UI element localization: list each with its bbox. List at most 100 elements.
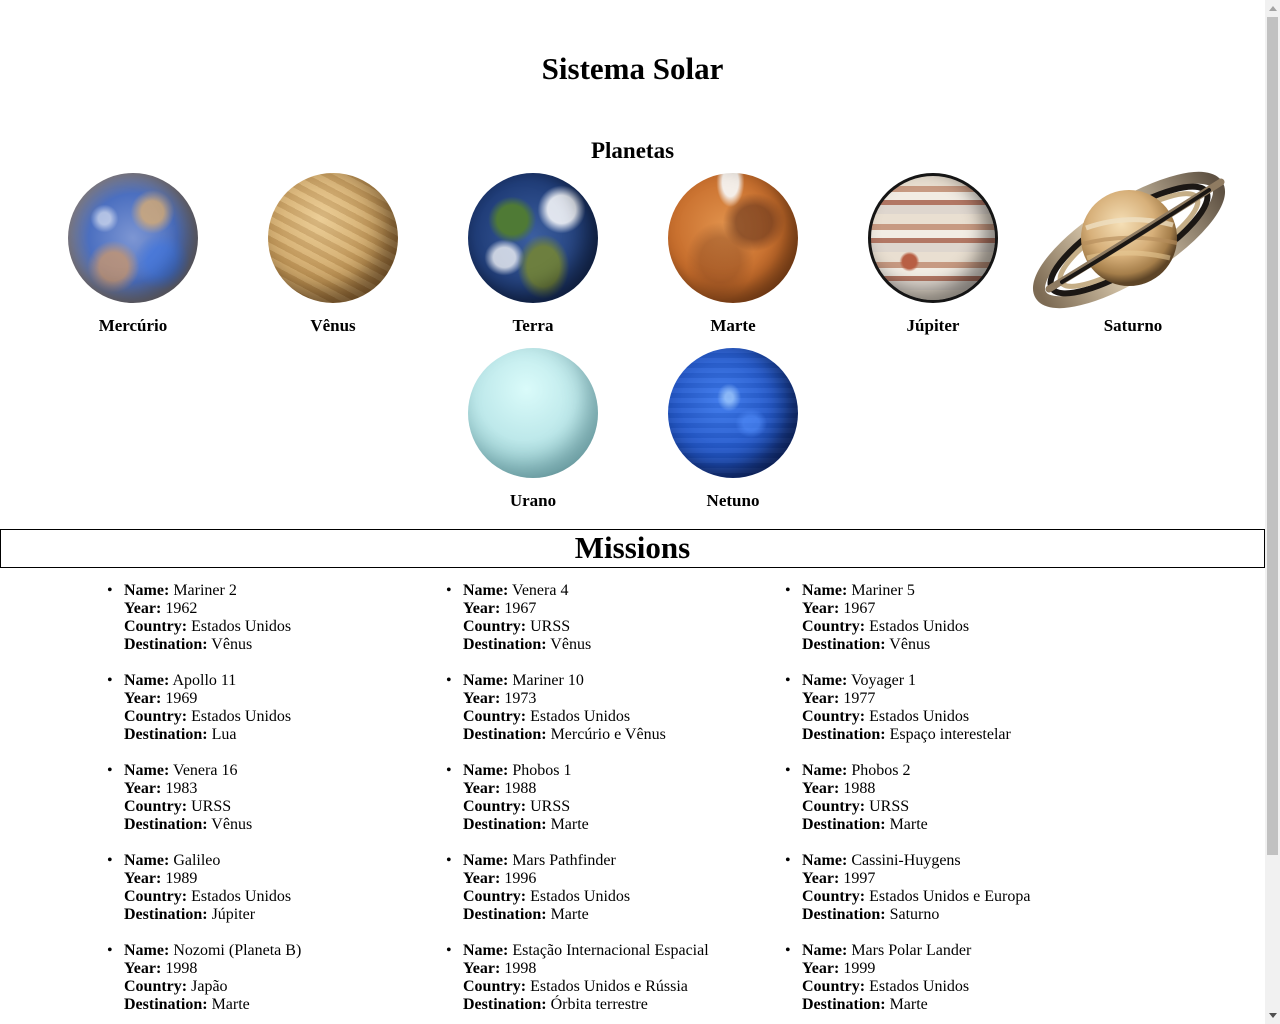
mission-item: • Name: Phobos 2 Year: 1988 Country: URS…	[785, 762, 928, 833]
mission-year: 1997	[843, 870, 876, 887]
mission-destination: Saturno	[889, 906, 940, 923]
mission-year: 1998	[165, 960, 198, 977]
mission-destination: Lua	[211, 726, 237, 743]
mission-name: Apollo 11	[172, 672, 237, 689]
mission-destination: Espaço interestelar	[889, 726, 1011, 743]
mission-name: Cassini-Huygens	[851, 852, 961, 869]
bullet-icon: •	[107, 762, 113, 779]
planet-label-earth: Terra	[512, 316, 554, 335]
mission-item: • Name: Estação Internacional Espacial Y…	[446, 942, 709, 1013]
mission-name: Estação Internacional Espacial	[512, 942, 709, 959]
mission-country: Estados Unidos	[869, 708, 970, 725]
planet-label-saturn: Saturno	[1103, 316, 1163, 335]
earth-image	[468, 173, 598, 303]
mission-year: 1962	[165, 600, 198, 617]
mission-name: Mars Pathfinder	[512, 852, 616, 869]
scroll-thumb[interactable]	[1267, 17, 1278, 855]
mission-year: 1996	[504, 870, 537, 887]
neptune-image	[668, 348, 798, 478]
planet-label-venus: Vênus	[310, 316, 356, 335]
mercury-image	[68, 173, 198, 303]
mission-country: URSS	[530, 618, 571, 635]
mission-list-column-1: • Name: Mariner 2 Year: 1962 Country: Es…	[107, 582, 407, 1024]
mission-year: 1999	[843, 960, 876, 977]
mission-name: Venera 4	[512, 582, 569, 599]
planet-card-mercury: Mercúrio	[33, 170, 233, 345]
mission-item: • Name: Mars Pathfinder Year: 1996 Count…	[446, 852, 631, 923]
mission-year: 1977	[843, 690, 876, 707]
mission-country: URSS	[869, 798, 910, 815]
mission-name: Phobos 1	[512, 762, 572, 779]
bullet-icon: •	[107, 672, 113, 689]
mission-country: Estados Unidos e Europa	[869, 888, 1031, 905]
mission-name: Mariner 5	[851, 582, 915, 599]
bullet-icon: •	[446, 582, 452, 599]
bullet-icon: •	[446, 762, 452, 779]
mission-year: 1998	[504, 960, 537, 977]
mars-image	[668, 173, 798, 303]
mission-country: Estados Unidos e Rússia	[530, 978, 688, 995]
scroll-up-arrow-icon[interactable]	[1269, 6, 1277, 11]
mission-year: 1969	[165, 690, 198, 707]
mission-country: URSS	[191, 798, 232, 815]
mission-country: URSS	[530, 798, 571, 815]
mission-list-column-2: • Name: Venera 4 Year: 1967 Country: URS…	[446, 582, 746, 1024]
mission-year: 1973	[504, 690, 537, 707]
mission-destination: Marte	[550, 816, 589, 833]
bullet-icon: •	[785, 762, 791, 779]
venus-image	[268, 173, 398, 303]
mission-item: • Name: Venera 16 Year: 1983 Country: UR…	[107, 762, 253, 833]
planet-label-mars: Marte	[710, 316, 756, 335]
mission-year: 1988	[843, 780, 876, 797]
mission-destination: Vênus	[211, 816, 253, 833]
mission-list-column-3: • Name: Mariner 5 Year: 1967 Country: Es…	[785, 582, 1085, 1024]
mission-year: 1967	[504, 600, 537, 617]
mission-item: • Name: Nozomi (Planeta B) Year: 1998 Co…	[107, 942, 302, 1013]
mission-year: 1988	[504, 780, 537, 797]
page: Sistema Solar Planetas Mercúrio Vênus Te…	[0, 0, 1265, 1024]
bullet-icon: •	[785, 852, 791, 869]
mission-item: • Name: Cassini-Huygens Year: 1997 Count…	[785, 852, 1031, 923]
mission-destination: Marte	[889, 996, 928, 1013]
planet-card-uranus: Urano	[433, 345, 633, 520]
planet-card-saturn: Saturno	[1032, 170, 1233, 345]
mission-destination: Marte	[889, 816, 928, 833]
bullet-icon: •	[107, 852, 113, 869]
mission-item: • Name: Venera 4 Year: 1967 Country: URS…	[446, 582, 592, 653]
mission-year: 1967	[843, 600, 876, 617]
mission-destination: Vênus	[889, 636, 931, 653]
planet-label-jupiter: Júpiter	[906, 316, 960, 335]
mission-item: • Name: Apollo 11 Year: 1969 Country: Es…	[107, 672, 292, 743]
bullet-icon: •	[446, 852, 452, 869]
bullet-icon: •	[107, 582, 113, 599]
planet-card-venus: Vênus	[233, 170, 433, 345]
planet-card-earth: Terra	[433, 170, 633, 345]
mission-item: • Name: Phobos 1 Year: 1988 Country: URS…	[446, 762, 589, 833]
mission-country: Estados Unidos	[869, 978, 970, 995]
mission-item: • Name: Mariner 10 Year: 1973 Country: E…	[446, 672, 666, 743]
mission-country: Estados Unidos	[869, 618, 970, 635]
mission-destination: Marte	[211, 996, 250, 1013]
mission-year: 1983	[165, 780, 198, 797]
planet-card-jupiter: Júpiter	[833, 170, 1033, 345]
mission-name: Mariner 10	[512, 672, 584, 689]
planet-card-neptune: Netuno	[633, 345, 833, 520]
mission-country: Estados Unidos	[191, 708, 292, 725]
planet-card-mars: Marte	[633, 170, 833, 345]
mission-country: Estados Unidos	[530, 888, 631, 905]
missions-heading: Missions	[0, 529, 1265, 568]
mission-country: Estados Unidos	[191, 618, 292, 635]
saturn-image	[1032, 171, 1226, 309]
mission-item: • Name: Mariner 2 Year: 1962 Country: Es…	[107, 582, 292, 653]
bullet-icon: •	[785, 582, 791, 599]
mission-country: Estados Unidos	[191, 888, 292, 905]
bullet-icon: •	[785, 672, 791, 689]
mission-name: Mars Polar Lander	[851, 942, 972, 959]
scroll-down-arrow-icon[interactable]	[1269, 1013, 1277, 1018]
vertical-scrollbar[interactable]	[1265, 0, 1280, 1024]
mission-item: • Name: Voyager 1 Year: 1977 Country: Es…	[785, 672, 1011, 743]
bullet-icon: •	[785, 942, 791, 959]
mission-item: • Name: Galileo Year: 1989 Country: Esta…	[107, 852, 292, 923]
mission-name: Venera 16	[173, 762, 238, 779]
mission-name: Nozomi (Planeta B)	[173, 942, 302, 959]
